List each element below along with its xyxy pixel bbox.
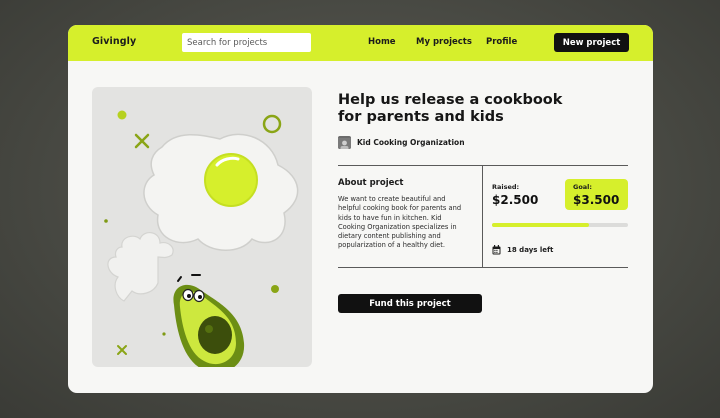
organization-avatar	[338, 136, 351, 149]
about-heading: About project	[338, 178, 404, 188]
days-left-text: 18 days left	[507, 245, 554, 254]
goal-value: $3.500	[573, 193, 620, 207]
brand-logo[interactable]: Givingly	[92, 36, 136, 47]
raised-label: Raised:	[492, 183, 520, 191]
funding-progress-bar	[492, 223, 628, 227]
nav-home[interactable]: Home	[368, 37, 396, 47]
new-project-button[interactable]: New project	[554, 33, 629, 52]
goal-badge: Goal: $3.500	[565, 179, 628, 210]
calendar-icon	[492, 240, 501, 259]
fried-egg-illustration	[143, 133, 299, 251]
cloud-shape-illustration	[107, 232, 174, 302]
divider-top	[338, 165, 628, 166]
funding-progress-fill	[492, 223, 589, 227]
search-input[interactable]	[182, 33, 311, 52]
days-left: 18 days left	[492, 240, 553, 259]
about-text: We want to create beautiful and helpful …	[338, 195, 462, 250]
project-card: Givingly Home My projects Profile New pr…	[68, 25, 653, 393]
organization-name: Kid Cooking Organization	[357, 138, 465, 147]
nav-my-projects[interactable]: My projects	[416, 37, 472, 47]
divider-bottom	[338, 267, 628, 268]
nav-profile[interactable]: Profile	[486, 37, 517, 47]
raised-value: $2.500	[492, 193, 539, 207]
top-nav-bar: Givingly Home My projects Profile New pr…	[68, 25, 653, 61]
food-illustration	[104, 110, 299, 367]
divider-vertical	[482, 165, 483, 267]
project-illustration	[92, 87, 312, 367]
goal-label: Goal:	[573, 183, 593, 191]
project-title: Help us release a cookbook for parents a…	[338, 92, 563, 125]
avocado-illustration	[173, 274, 245, 367]
organization[interactable]: Kid Cooking Organization	[338, 136, 465, 149]
fund-project-button[interactable]: Fund this project	[338, 294, 482, 313]
